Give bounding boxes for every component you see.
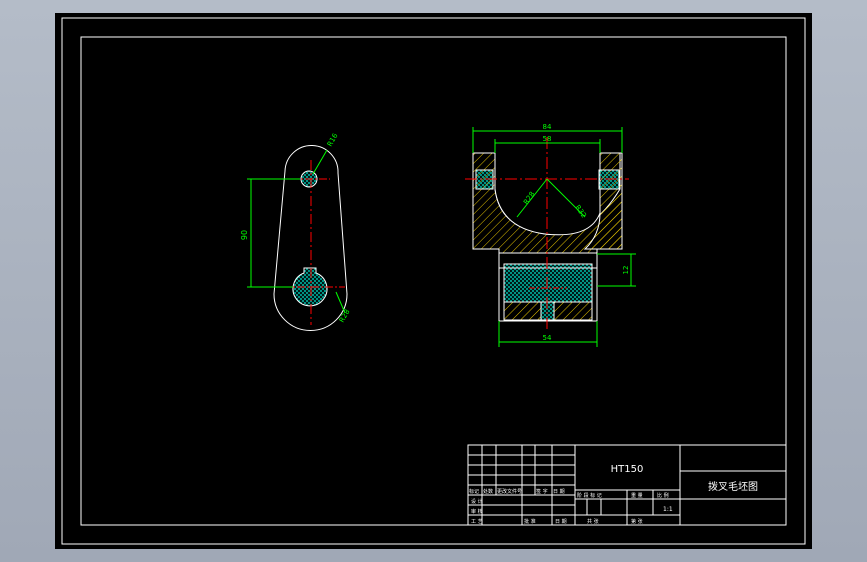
dim-center-distance: 90 xyxy=(240,230,249,240)
weight-label: 重 量 xyxy=(631,492,643,499)
date-label: 日 期 xyxy=(555,519,567,525)
approve-label: 批 准 xyxy=(524,518,536,525)
sheet-no-label: 第 张 xyxy=(631,518,643,525)
dim-top-radius: R16 xyxy=(326,132,340,148)
stage-label: 阶 段 标 记 xyxy=(577,492,602,499)
drawing-canvas: 90 R16 R28 84 58 R28 R32 12 54 标记 处数 更改文… xyxy=(61,17,806,545)
dim-overall-width: 84 xyxy=(543,123,552,131)
scale-label: 比 例 xyxy=(657,492,669,499)
rev-header-sign: 签 字 xyxy=(536,488,548,495)
dim-bottom-radius: R28 xyxy=(338,308,352,324)
outer-frame xyxy=(61,17,806,545)
drawing-sheet: 90 R16 R28 84 58 R28 R32 12 54 标记 处数 更改文… xyxy=(55,13,812,549)
check-label: 审 核 xyxy=(471,508,483,515)
material-text: HT150 xyxy=(611,464,644,475)
process-label: 工 艺 xyxy=(471,519,483,525)
sheet-total-label: 共 张 xyxy=(587,518,599,525)
section-view: 84 58 R28 R32 12 54 xyxy=(465,123,636,347)
rev-header-file: 更改文件号 xyxy=(497,488,522,495)
cad-viewport[interactable]: 90 R16 R28 84 58 R28 R32 12 54 标记 处数 更改文… xyxy=(0,0,867,562)
hub-bore xyxy=(503,263,593,303)
rev-header-date: 日 期 xyxy=(553,489,565,495)
rev-header-count: 处数 xyxy=(483,488,493,495)
front-view: 90 R16 R28 xyxy=(240,132,352,331)
design-label: 设 计 xyxy=(471,498,483,505)
hub-hatch-bottom-left xyxy=(503,301,542,321)
hub-hatch-bottom-right xyxy=(553,301,593,321)
drawing-name: 拨叉毛坯图 xyxy=(708,480,758,493)
rev-header-mark: 标记 xyxy=(469,488,479,495)
dim-inner-width: 58 xyxy=(543,135,552,143)
scale-value: 1:1 xyxy=(663,506,673,513)
dim-bore-height: 12 xyxy=(622,266,630,275)
dim-hub-width: 54 xyxy=(543,334,552,342)
